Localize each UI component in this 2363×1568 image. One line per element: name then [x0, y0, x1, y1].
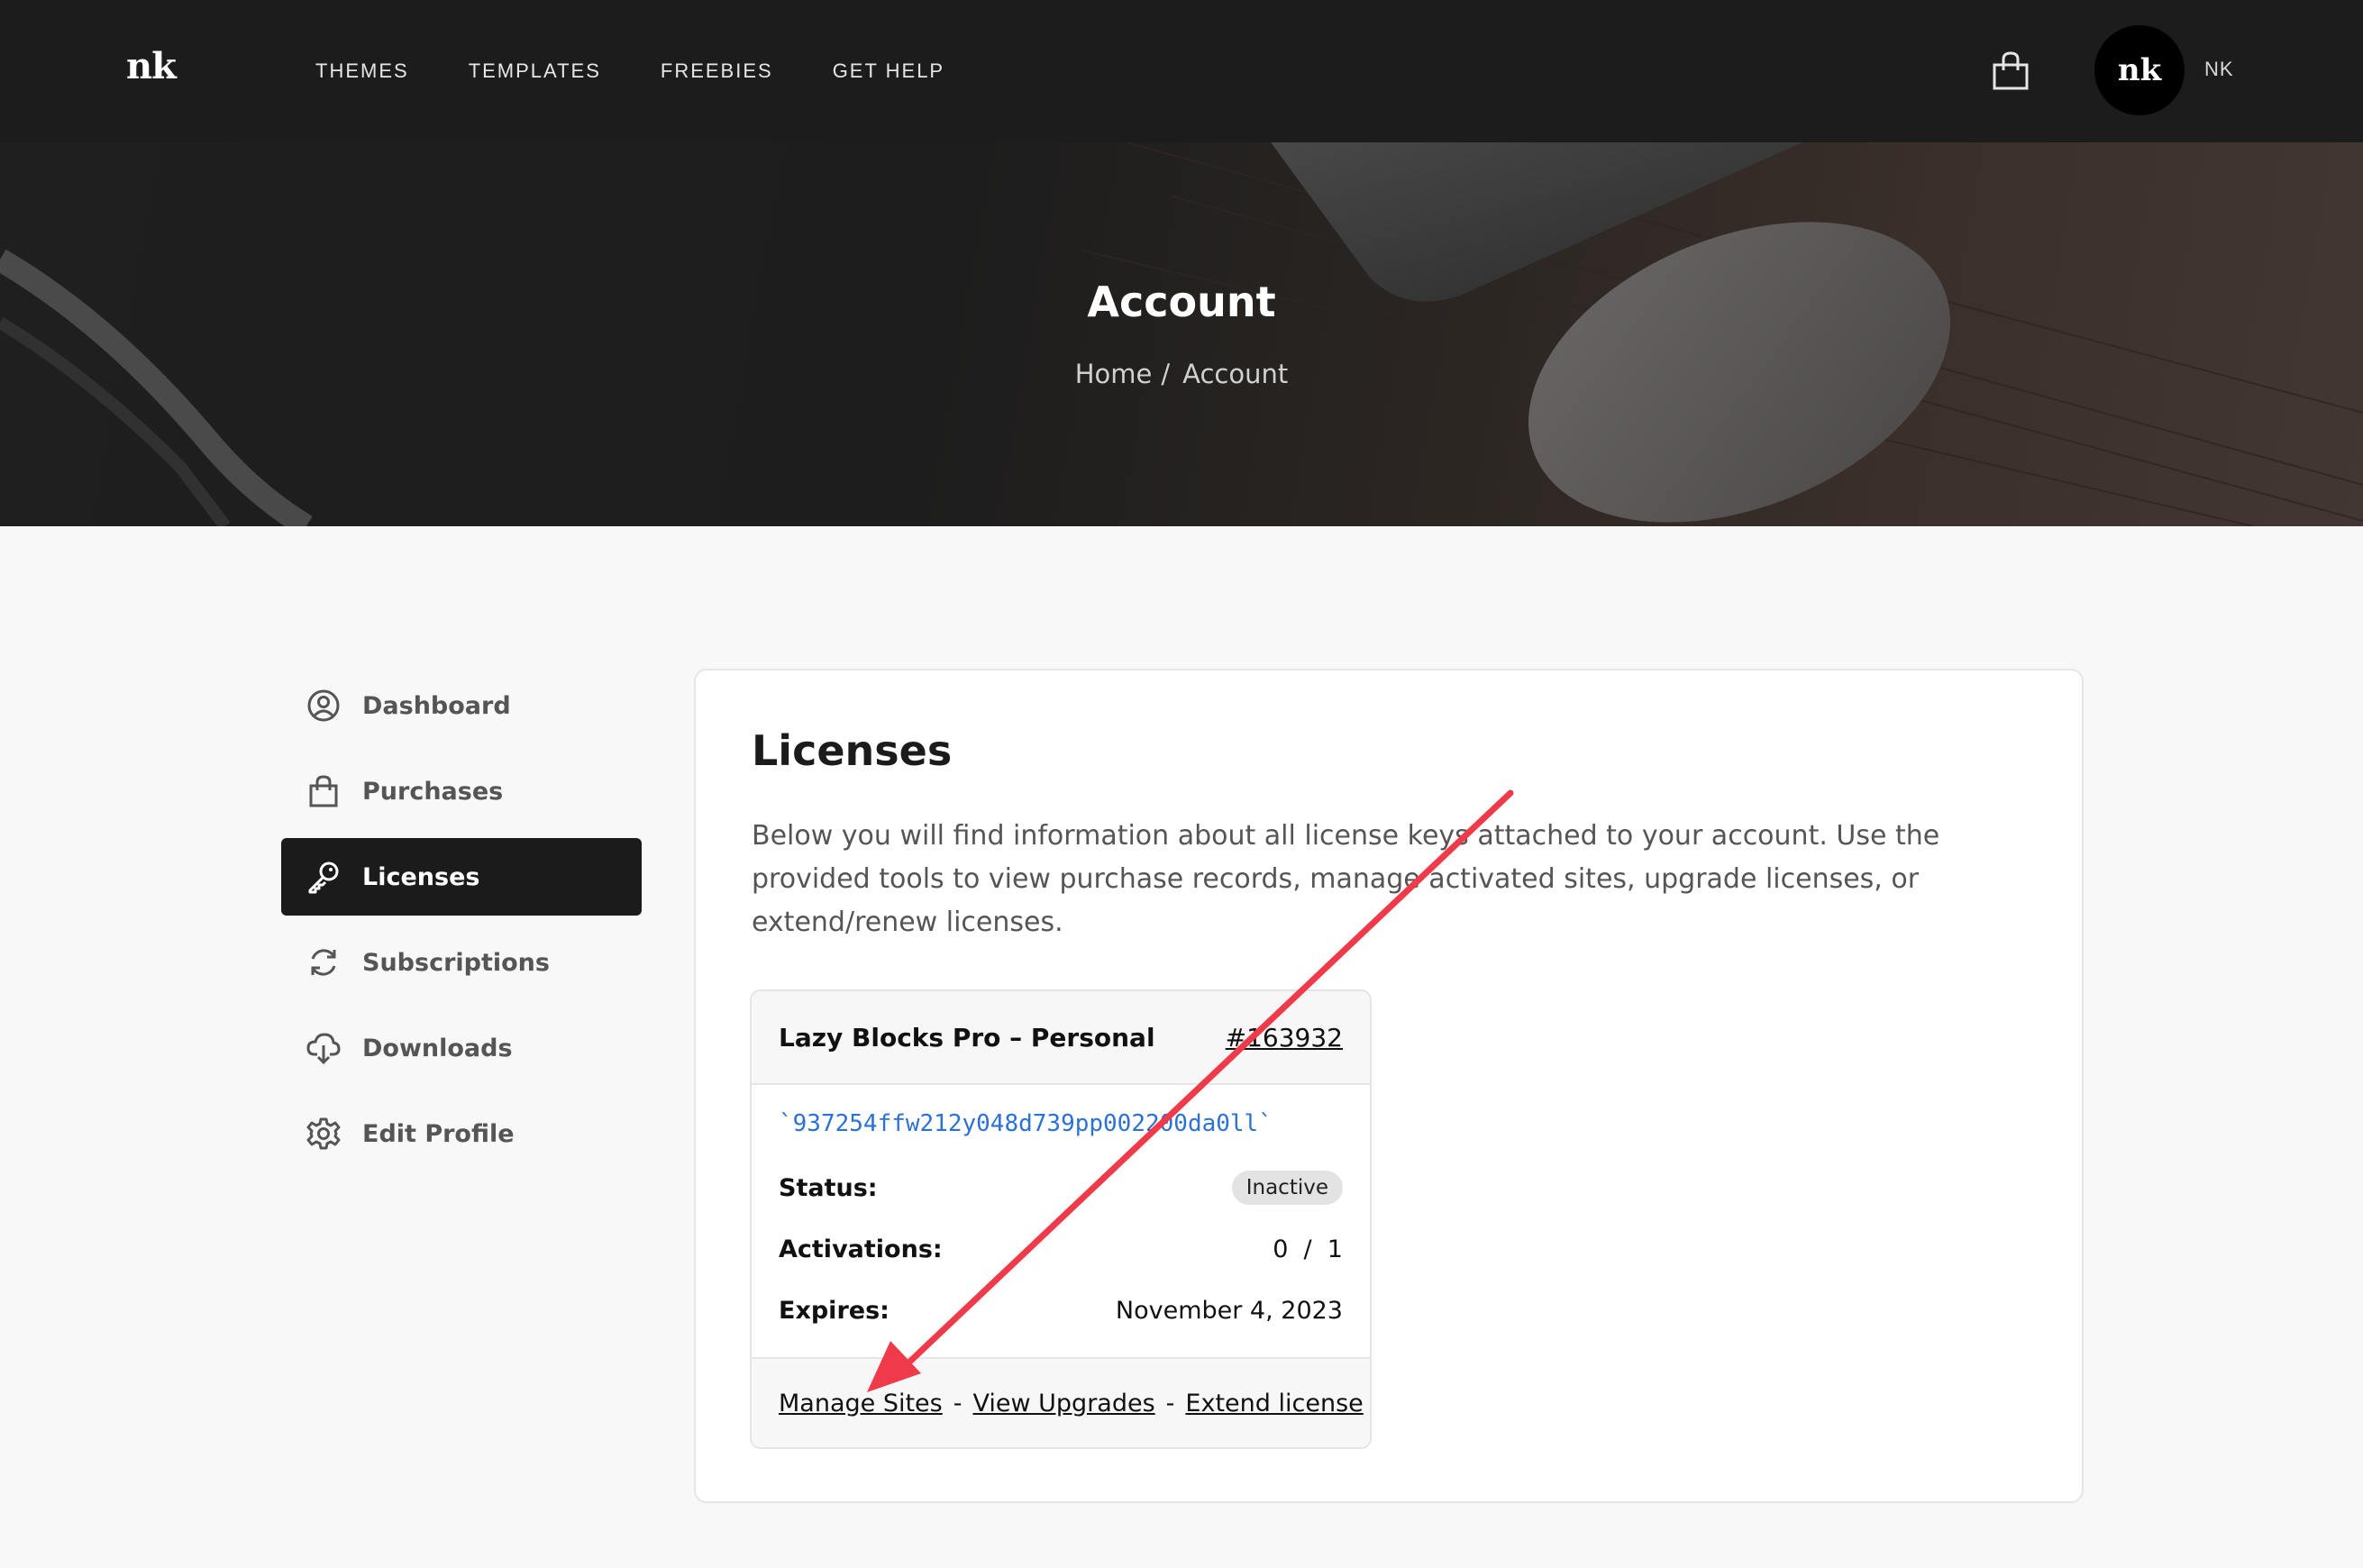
license-status-row: Status: Inactive	[779, 1157, 1343, 1218]
license-card-body: `937254ffw212y048d739pp002200da0ll` Stat…	[752, 1085, 1370, 1352]
page-hero-banner: Account Home / Account	[0, 142, 2363, 526]
account-sidebar: Dashboard Purchases Licenses Subscriptio…	[281, 667, 642, 1181]
refresh-icon	[311, 949, 336, 976]
sidebar-item-purchases[interactable]: Purchases	[281, 752, 642, 830]
nav-templates[interactable]: TEMPLATES	[469, 59, 601, 83]
license-actions: Manage Sites - View Upgrades - Extend li…	[752, 1357, 1370, 1447]
nav-themes[interactable]: THEMES	[315, 59, 409, 83]
page-title: Account	[1087, 278, 1276, 326]
license-card-header: Lazy Blocks Pro – Personal #163932	[752, 991, 1370, 1085]
key-icon	[308, 861, 339, 894]
extend-license-link[interactable]: Extend license	[1185, 1390, 1363, 1418]
license-card: Lazy Blocks Pro – Personal #163932 `9372…	[750, 989, 1372, 1449]
licenses-panel: Licenses Below you will find information…	[694, 669, 2084, 1503]
sidebar-item-subscriptions[interactable]: Subscriptions	[281, 924, 642, 1001]
sidebar-item-label: Dashboard	[362, 691, 511, 720]
top-navigation-bar: nk THEMES TEMPLATES FREEBIES GET HELP nk…	[0, 0, 2363, 142]
sidebar-item-label: Subscriptions	[362, 948, 550, 977]
shopping-bag-icon	[309, 775, 338, 807]
section-description: Below you will find information about al…	[752, 820, 1940, 938]
sidebar-item-licenses[interactable]: Licenses	[281, 838, 642, 916]
sidebar-item-label: Downloads	[362, 1034, 513, 1062]
breadcrumb-home[interactable]: Home	[1075, 359, 1153, 389]
license-activations-row: Activations: 0 / 1	[779, 1218, 1343, 1280]
nav-freebies[interactable]: FREEBIES	[661, 59, 773, 83]
user-circle-icon	[307, 689, 340, 722]
view-upgrades-link[interactable]: View Upgrades	[973, 1390, 1155, 1418]
gear-icon	[306, 1117, 341, 1150]
section-title: Licenses	[752, 726, 953, 775]
expires-value: November 4, 2023	[1115, 1296, 1343, 1325]
sidebar-item-dashboard[interactable]: Dashboard	[281, 667, 642, 744]
expires-label: Expires:	[779, 1296, 890, 1325]
license-product-name: Lazy Blocks Pro – Personal	[779, 1022, 1155, 1053]
action-separator: -	[1165, 1389, 1175, 1418]
shopping-bag-icon[interactable]	[1990, 50, 2031, 92]
activations-value: 0 / 1	[1273, 1235, 1343, 1263]
status-label: Status:	[779, 1173, 878, 1202]
breadcrumb-separator: /	[1161, 359, 1171, 389]
hero-background-image	[0, 142, 2363, 526]
breadcrumb: Home / Account	[0, 359, 2363, 389]
action-separator: -	[953, 1389, 963, 1418]
status-badge: Inactive	[1231, 1171, 1343, 1205]
cloud-download-icon	[306, 1033, 341, 1065]
main-nav: THEMES TEMPLATES FREEBIES GET HELP	[315, 0, 1004, 142]
sidebar-item-label: Licenses	[362, 862, 480, 891]
sidebar-item-downloads[interactable]: Downloads	[281, 1009, 642, 1087]
avatar[interactable]: nk	[2094, 25, 2185, 115]
activations-label: Activations:	[779, 1235, 943, 1263]
site-logo[interactable]: nk	[126, 45, 177, 87]
license-key[interactable]: `937254ffw212y048d739pp002200da0ll`	[779, 1110, 1343, 1137]
sidebar-item-label: Purchases	[362, 777, 504, 806]
license-expires-row: Expires: November 4, 2023	[779, 1280, 1343, 1341]
breadcrumb-current: Account	[1182, 359, 1289, 389]
sidebar-item-edit-profile[interactable]: Edit Profile	[281, 1095, 642, 1172]
license-order-link[interactable]: #163932	[1226, 1023, 1343, 1053]
manage-sites-link[interactable]: Manage Sites	[779, 1390, 943, 1418]
nav-get-help[interactable]: GET HELP	[833, 59, 944, 83]
user-menu-label[interactable]: NK	[2204, 58, 2234, 81]
sidebar-item-label: Edit Profile	[362, 1119, 515, 1148]
